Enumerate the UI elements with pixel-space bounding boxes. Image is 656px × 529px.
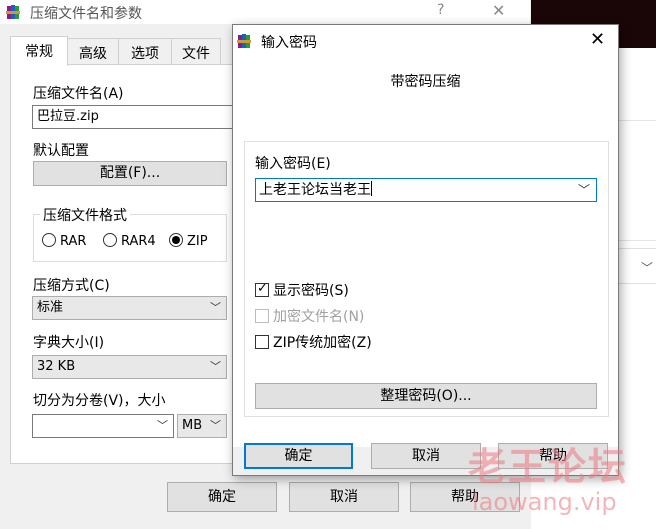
zip-legacy-label: ZIP传统加密(Z) xyxy=(273,335,372,351)
chevron-down-icon[interactable]: ﹀ xyxy=(578,179,590,201)
chevron-down-icon: ﹀ xyxy=(210,360,221,373)
archive-name-input[interactable]: 巴拉豆.zip xyxy=(32,105,237,129)
dialog-title-bar: 输入密码 ✕ xyxy=(233,25,618,57)
format-rar4-label: RAR4 xyxy=(121,234,156,249)
method-value: 标准 xyxy=(37,300,64,315)
help-button-bg[interactable]: 帮助 xyxy=(410,482,520,512)
format-rar-radio[interactable]: RAR xyxy=(42,233,86,249)
checkbox-box xyxy=(255,309,269,323)
split-unit-select[interactable]: MB ﹀ xyxy=(177,414,227,438)
checkbox-box xyxy=(255,335,269,349)
format-zip-label: ZIP xyxy=(187,234,208,249)
split-unit-value: MB xyxy=(182,418,203,433)
dict-value: 32 KB xyxy=(37,359,76,374)
show-password-label: 显示密码(S) xyxy=(273,283,349,299)
organize-passwords-button[interactable]: 整理密码(O)... xyxy=(255,383,597,409)
dict-select[interactable]: 32 KB ﹀ xyxy=(32,355,227,379)
ok-button[interactable]: 确定 xyxy=(244,443,353,469)
radio-circle-selected xyxy=(169,233,183,247)
tab-files[interactable]: 文件 xyxy=(171,38,221,64)
chevron-down-icon: ﹀ xyxy=(157,419,168,432)
archive-name-value: 巴拉豆.zip xyxy=(37,109,99,124)
window-title: 压缩文件名和参数 xyxy=(30,6,142,22)
checkbox-box: ✓ xyxy=(255,281,269,297)
encrypt-names-label: 加密文件名(N) xyxy=(273,309,365,325)
split-size-input[interactable]: ﹀ xyxy=(32,414,174,438)
format-group-label: 压缩文件格式 xyxy=(40,205,130,225)
chevron-down-icon: ﹀ xyxy=(210,419,221,432)
zip-legacy-checkbox[interactable]: ZIP传统加密(Z) xyxy=(255,332,372,352)
tab-general[interactable]: 常规 xyxy=(10,36,68,66)
format-rar-label: RAR xyxy=(60,234,87,249)
profile-label: 默认配置 xyxy=(33,143,89,159)
title-bar: 压缩文件名和参数 ? ✕ xyxy=(0,0,530,24)
password-input[interactable]: 上老王论坛当老王 ﹀ xyxy=(255,178,597,202)
radio-circle xyxy=(103,233,117,247)
dict-label: 字典大小(I) xyxy=(33,335,105,351)
show-password-checkbox[interactable]: ✓ 显示密码(S) xyxy=(255,280,349,300)
split-label: 切分为分卷(V)，大小 xyxy=(33,393,166,409)
winrar-books-icon xyxy=(237,33,255,53)
encrypt-names-checkbox[interactable]: 加密文件名(N) xyxy=(255,306,364,326)
winrar-books-icon xyxy=(6,4,24,24)
chevron-down-icon: ﹀ xyxy=(210,301,221,314)
ok-button-bg[interactable]: 确定 xyxy=(167,482,277,512)
check-icon: ✓ xyxy=(257,281,268,296)
dialog-heading: 带密码压缩 xyxy=(390,74,461,90)
method-select[interactable]: 标准 ﹀ xyxy=(32,296,227,320)
archive-name-label: 压缩文件名(A) xyxy=(33,86,124,102)
format-rar4-radio[interactable]: RAR4 xyxy=(103,233,156,249)
password-dialog: 输入密码 ✕ 带密码压缩 输入密码(E) 上老王论坛当老王 ﹀ ✓ 显示密码(S)… xyxy=(232,24,619,476)
chevron-down-icon: ﹀ xyxy=(641,261,654,275)
radio-circle xyxy=(42,233,56,247)
tab-options[interactable]: 选项 xyxy=(118,38,172,64)
help-icon[interactable]: ? xyxy=(437,2,444,18)
close-icon[interactable]: ✕ xyxy=(590,29,605,50)
cancel-button[interactable]: 取消 xyxy=(371,443,481,469)
method-label: 压缩方式(C) xyxy=(33,278,110,294)
dialog-title: 输入密码 xyxy=(261,35,317,51)
format-zip-radio[interactable]: ZIP xyxy=(169,233,208,249)
password-label: 输入密码(E) xyxy=(255,156,331,172)
help-button[interactable]: 帮助 xyxy=(498,443,608,469)
tab-advanced[interactable]: 高级 xyxy=(67,38,119,64)
close-icon[interactable]: ✕ xyxy=(492,1,505,20)
password-value: 上老王论坛当老王 xyxy=(259,182,371,198)
text-caret xyxy=(371,181,372,196)
profile-button[interactable]: 配置(F)... xyxy=(33,161,227,186)
cancel-button-bg[interactable]: 取消 xyxy=(289,482,399,512)
